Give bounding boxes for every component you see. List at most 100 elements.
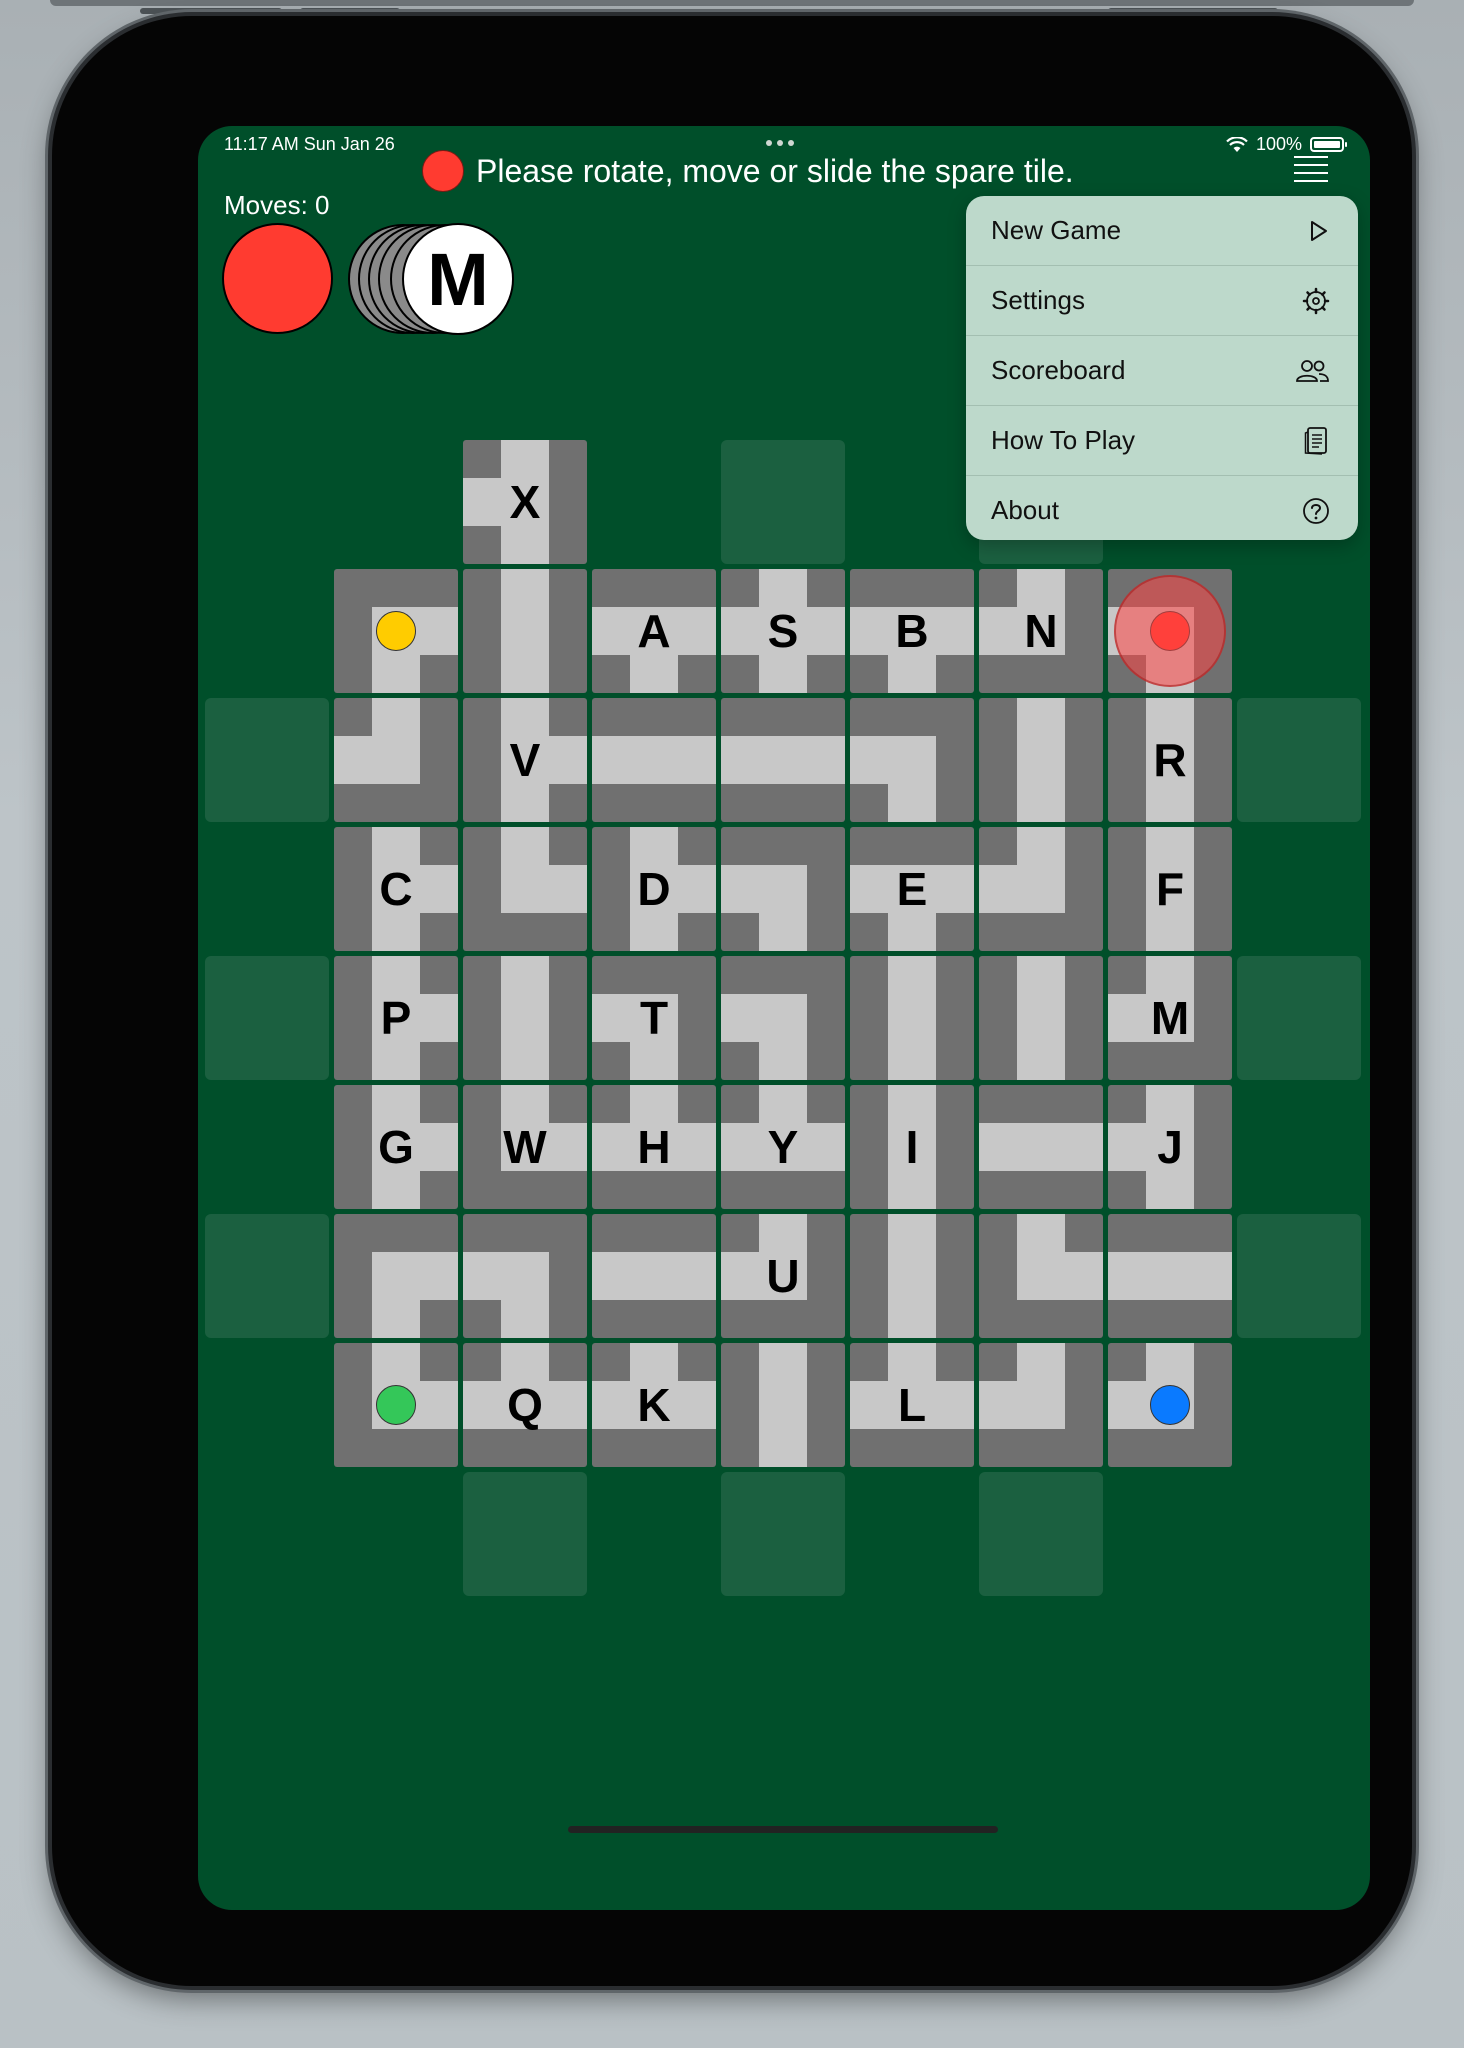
current-player-disc	[222, 223, 333, 334]
tile-letter	[721, 698, 845, 822]
turn-message: Please rotate, move or slide the spare t…	[422, 150, 1074, 192]
board-tile[interactable]	[979, 1214, 1103, 1338]
board-tile[interactable]	[721, 698, 845, 822]
board-tile[interactable]: A	[592, 569, 716, 693]
insert-slot[interactable]	[979, 1472, 1103, 1596]
battery-percent: 100%	[1255, 134, 1302, 154]
yellow-player-token	[376, 611, 416, 651]
board-tile[interactable]	[979, 1343, 1103, 1467]
tile-letter	[850, 956, 974, 1080]
board-tile[interactable]: Q	[463, 1343, 587, 1467]
tile-letter: T	[639, 992, 669, 1044]
menu-item-settings[interactable]: Settings	[966, 266, 1358, 336]
board-tile[interactable]: C	[334, 827, 458, 951]
board-tile[interactable]	[721, 1343, 845, 1467]
board-tile[interactable]: B	[850, 569, 974, 693]
tile-letter: I	[905, 1121, 919, 1173]
board-tile[interactable]	[334, 698, 458, 822]
board-tile[interactable]	[1108, 1214, 1232, 1338]
board-tile[interactable]	[592, 698, 716, 822]
board-tile[interactable]: F	[1108, 827, 1232, 951]
board-tile[interactable]: J	[1108, 1085, 1232, 1209]
tile-letter	[979, 1343, 1103, 1467]
tile-letter	[979, 1214, 1103, 1338]
board-tile[interactable]: K	[592, 1343, 716, 1467]
board-tile[interactable]	[463, 1214, 587, 1338]
battery-icon	[1310, 137, 1347, 152]
board-tile[interactable]: H	[592, 1085, 716, 1209]
tile-letter: B	[895, 605, 929, 657]
turn-message-text: Please rotate, move or slide the spare t…	[476, 152, 1074, 189]
multitasking-dots[interactable]	[766, 140, 794, 146]
target-card: M	[402, 223, 514, 335]
tile-letter	[334, 698, 458, 822]
insert-slot[interactable]	[463, 1472, 587, 1596]
menu-item-how-to-play[interactable]: How To Play	[966, 406, 1358, 476]
tile-letter: N	[1024, 605, 1058, 657]
board-tile[interactable]: M	[1108, 956, 1232, 1080]
insert-slot[interactable]	[1237, 1214, 1361, 1338]
board-tile[interactable]	[592, 1214, 716, 1338]
menu-item-label: About	[991, 495, 1059, 525]
tile-letter	[463, 569, 587, 693]
board-tile[interactable]: R	[1108, 698, 1232, 822]
wifi-icon	[1226, 136, 1248, 152]
board-tile[interactable]	[850, 956, 974, 1080]
board-tile[interactable]	[463, 956, 587, 1080]
tile-letter: R	[1153, 734, 1187, 786]
device-button	[1108, 8, 1278, 14]
people-icon	[1296, 359, 1329, 382]
menu-item-scoreboard[interactable]: Scoreboard	[966, 336, 1358, 406]
board-tile[interactable]	[334, 1214, 458, 1338]
board-tile[interactable]: E	[850, 827, 974, 951]
board-tile[interactable]: S	[721, 569, 845, 693]
tile-letter: H	[637, 1121, 671, 1173]
home-indicator[interactable]	[568, 1826, 998, 1833]
board-tile[interactable]: T	[592, 956, 716, 1080]
board-tile[interactable]: I	[850, 1085, 974, 1209]
blue-player-token	[1150, 1385, 1190, 1425]
insert-slot[interactable]	[721, 1472, 845, 1596]
insert-slot[interactable]	[1237, 956, 1361, 1080]
menu-item-about[interactable]: About	[966, 476, 1358, 540]
board-tile[interactable]: U	[721, 1214, 845, 1338]
board-tile[interactable]	[979, 956, 1103, 1080]
play-icon	[1311, 220, 1327, 241]
insert-slot[interactable]	[205, 698, 329, 822]
board-tile[interactable]	[721, 956, 845, 1080]
menu-item-new-game[interactable]: New Game	[966, 196, 1358, 266]
board-tile[interactable]: G	[334, 1085, 458, 1209]
tile-letter: E	[896, 863, 928, 915]
board-tile[interactable]: D	[592, 827, 716, 951]
insert-slot[interactable]	[721, 440, 845, 564]
board-tile[interactable]: W	[463, 1085, 587, 1209]
insert-slot[interactable]	[205, 956, 329, 1080]
tile-letter	[850, 698, 974, 822]
board-tile[interactable]: N	[979, 569, 1103, 693]
green-player-token	[376, 1385, 416, 1425]
tile-letter	[850, 1214, 974, 1338]
board-tile[interactable]	[850, 698, 974, 822]
insert-slot[interactable]	[1237, 698, 1361, 822]
document-icon	[1304, 426, 1327, 455]
board-tile[interactable]: P	[334, 956, 458, 1080]
tile-letter: M	[1150, 992, 1190, 1044]
board-tile[interactable]: Y	[721, 1085, 845, 1209]
insert-slot[interactable]	[205, 1214, 329, 1338]
tile-letter	[721, 956, 845, 1080]
board-tile[interactable]	[463, 569, 587, 693]
board-tile[interactable]: L	[850, 1343, 974, 1467]
board-tile[interactable]	[721, 827, 845, 951]
board-tile[interactable]	[979, 827, 1103, 951]
spare-tile[interactable]: X	[463, 440, 587, 564]
board-tile[interactable]: V	[463, 698, 587, 822]
board-tile[interactable]	[850, 1214, 974, 1338]
board-tile[interactable]	[979, 698, 1103, 822]
tile-letter: W	[503, 1121, 547, 1173]
board-tile[interactable]	[979, 1085, 1103, 1209]
board-tile[interactable]	[463, 827, 587, 951]
tile-letter	[592, 1214, 716, 1338]
device-button	[300, 8, 400, 14]
menu-icon[interactable]	[1294, 156, 1328, 182]
tile-letter: V	[509, 734, 541, 786]
